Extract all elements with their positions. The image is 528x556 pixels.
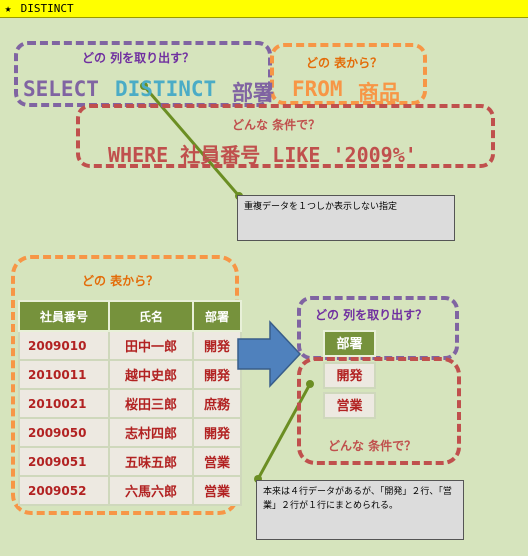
source-table-label: どの 表から？ — [82, 274, 159, 288]
employee-name-cell: 田中一郎 — [108, 330, 194, 361]
distinct-note: 重複データを１つしか表示しない指定 — [237, 195, 455, 241]
employee-name-cell: 桜田三郎 — [108, 388, 194, 419]
employee-id-cell: 2010021 — [18, 388, 110, 419]
employee-id-cell: 2009051 — [18, 446, 110, 477]
sql-where-clause: WHERE 社員番号 LIKE '2009%' — [108, 143, 417, 167]
sql-column: 部署 — [232, 81, 274, 105]
department-cell: 営業 — [192, 446, 242, 477]
sql-distinct-keyword: DISTINCT — [115, 77, 217, 101]
sql-from-keyword: FROM — [292, 77, 343, 101]
which-columns-label: どの 列を取り出す？ — [82, 51, 195, 65]
table-row: 2009051 五味五郎 営業 — [18, 446, 242, 477]
result-value-cell: 開発 — [323, 362, 376, 389]
table-row: 2010011 越中史郎 開発 — [18, 359, 242, 390]
column-header-department: 部署 — [192, 300, 242, 332]
what-condition-label: どんな 条件で？ — [232, 118, 321, 132]
department-cell: 開発 — [192, 359, 242, 390]
table-row: 2009050 志村四郎 開発 — [18, 417, 242, 448]
column-header-name: 氏名 — [108, 300, 194, 332]
employee-name-cell: 五味五郎 — [108, 446, 194, 477]
result-note: 本来は４行データがあるが、「開発」２行、「営業」２行が１行にまとめられる。 — [256, 480, 464, 540]
sql-select-keyword: SELECT — [23, 77, 99, 101]
sql-table: 商品 — [358, 81, 400, 105]
result-note-text: 本来は４行データがあるが、「開発」２行、「営業」２行が１行にまとめられる。 — [263, 487, 452, 511]
department-cell: 開発 — [192, 417, 242, 448]
department-cell: 営業 — [192, 475, 242, 506]
employee-table-header-row: 社員番号 氏名 部署 — [18, 300, 242, 332]
department-cell: 開発 — [192, 330, 242, 361]
employee-id-cell: 2009010 — [18, 330, 110, 361]
column-header-employee-id: 社員番号 — [18, 300, 110, 332]
table-row: 2010021 桜田三郎 庶務 — [18, 388, 242, 419]
result-value-cell: 営業 — [323, 392, 376, 419]
from-table-label: どの 表から？ — [306, 56, 383, 70]
employee-id-cell: 2010011 — [18, 359, 110, 390]
department-cell: 庶務 — [192, 388, 242, 419]
employee-table: 社員番号 氏名 部署 2009010 田中一郎 開発 2010011 越中史郎 … — [18, 300, 242, 506]
employee-id-cell: 2009052 — [18, 475, 110, 506]
result-which-columns-label: どの 列を取り出す？ — [315, 308, 428, 322]
table-row: 2009010 田中一郎 開発 — [18, 330, 242, 361]
employee-name-cell: 越中史郎 — [108, 359, 194, 390]
result-header-cell: 部署 — [323, 330, 376, 357]
employee-id-cell: 2009050 — [18, 417, 110, 448]
employee-name-cell: 六馬六郎 — [108, 475, 194, 506]
table-row: 2009052 六馬六郎 営業 — [18, 475, 242, 506]
distinct-note-text: 重複データを１つしか表示しない指定 — [244, 202, 398, 212]
result-what-condition-label: どんな 条件で？ — [328, 439, 417, 453]
employee-name-cell: 志村四郎 — [108, 417, 194, 448]
